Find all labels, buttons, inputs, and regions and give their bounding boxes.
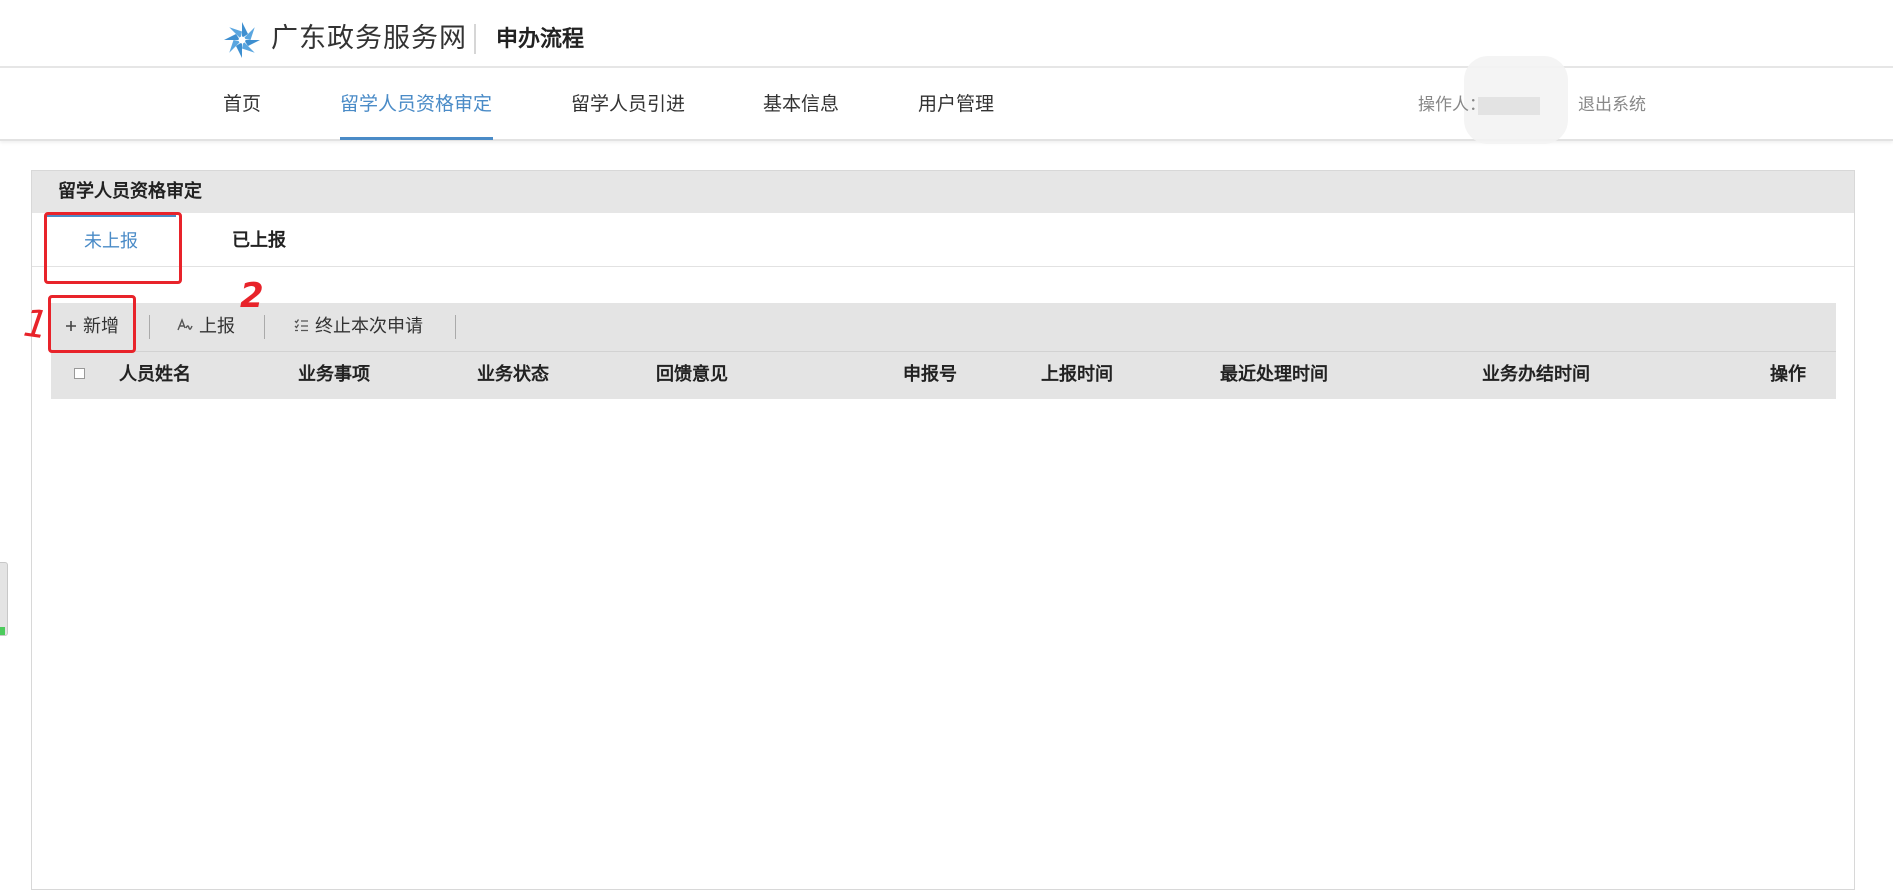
list-check-icon (294, 303, 309, 351)
column-header-application-number[interactable]: 申报号 (903, 352, 957, 398)
report-icon (177, 303, 193, 351)
column-header-last-processed-time[interactable]: 最近处理时间 (1220, 352, 1328, 398)
nav-item-home[interactable]: 首页 (223, 90, 261, 118)
report-button-label: 上报 (199, 316, 235, 337)
header-divider (474, 24, 476, 54)
table-header: 人员姓名 业务事项 业务状态 回馈意见 申报号 上报时间 最近处理时间 业务办结… (51, 351, 1836, 399)
column-header-name[interactable]: 人员姓名 (119, 352, 191, 398)
site-name[interactable]: 广东政务服务网 (271, 20, 467, 58)
column-header-report-time[interactable]: 上报时间 (1041, 352, 1113, 398)
plus-icon (65, 303, 77, 351)
column-header-business-item[interactable]: 业务事项 (298, 352, 370, 398)
main-nav: 首页 留学人员资格审定 留学人员引进 基本信息 用户管理 操作人： 退出系统 (0, 56, 1893, 144)
column-header-actions[interactable]: 操作 (1770, 352, 1806, 398)
column-header-completion-time[interactable]: 业务办结时间 (1482, 352, 1590, 398)
add-button-label: 新增 (83, 316, 119, 337)
nav-item-basic-info[interactable]: 基本信息 (763, 90, 839, 118)
nav-item-qualification-review[interactable]: 留学人员资格审定 (340, 90, 492, 118)
add-button[interactable]: 新增 (65, 303, 119, 351)
column-header-feedback[interactable]: 回馈意见 (656, 352, 728, 398)
panel-header: 留学人员资格审定 (32, 171, 1854, 213)
nav-item-talent-introduction[interactable]: 留学人员引进 (571, 90, 685, 118)
logout-link[interactable]: 退出系统 (1578, 93, 1646, 117)
toolbar-separator (264, 315, 265, 339)
qualification-panel: 留学人员资格审定 未上报 已上报 新增 上报 终止本次申请 人员姓名 业务事项 … (31, 170, 1855, 890)
terminate-application-button[interactable]: 终止本次申请 (294, 303, 423, 351)
toolbar-separator (149, 315, 150, 339)
side-float-widget[interactable] (0, 562, 8, 636)
toolbar: 新增 上报 终止本次申请 (51, 303, 1836, 351)
site-header: 广东政务服务网 申办流程 (0, 0, 1893, 68)
terminate-button-label: 终止本次申请 (315, 316, 423, 337)
panel-title: 留学人员资格审定 (58, 181, 202, 202)
toolbar-separator (455, 315, 456, 339)
tab-reported[interactable]: 已上报 (232, 213, 286, 267)
operator-name-redacted (1478, 97, 1540, 115)
select-all-checkbox[interactable] (74, 368, 85, 379)
operator-label: 操作人： (1418, 95, 1486, 115)
gov-logo-icon[interactable] (222, 20, 262, 60)
nav-active-indicator (340, 137, 493, 140)
page-heading: 申办流程 (496, 27, 585, 52)
column-header-business-status[interactable]: 业务状态 (477, 352, 549, 398)
report-button[interactable]: 上报 (177, 303, 235, 351)
nav-item-user-management[interactable]: 用户管理 (918, 90, 994, 118)
tab-bar: 未上报 已上报 (32, 213, 1854, 267)
tab-not-reported[interactable]: 未上报 (46, 213, 176, 267)
